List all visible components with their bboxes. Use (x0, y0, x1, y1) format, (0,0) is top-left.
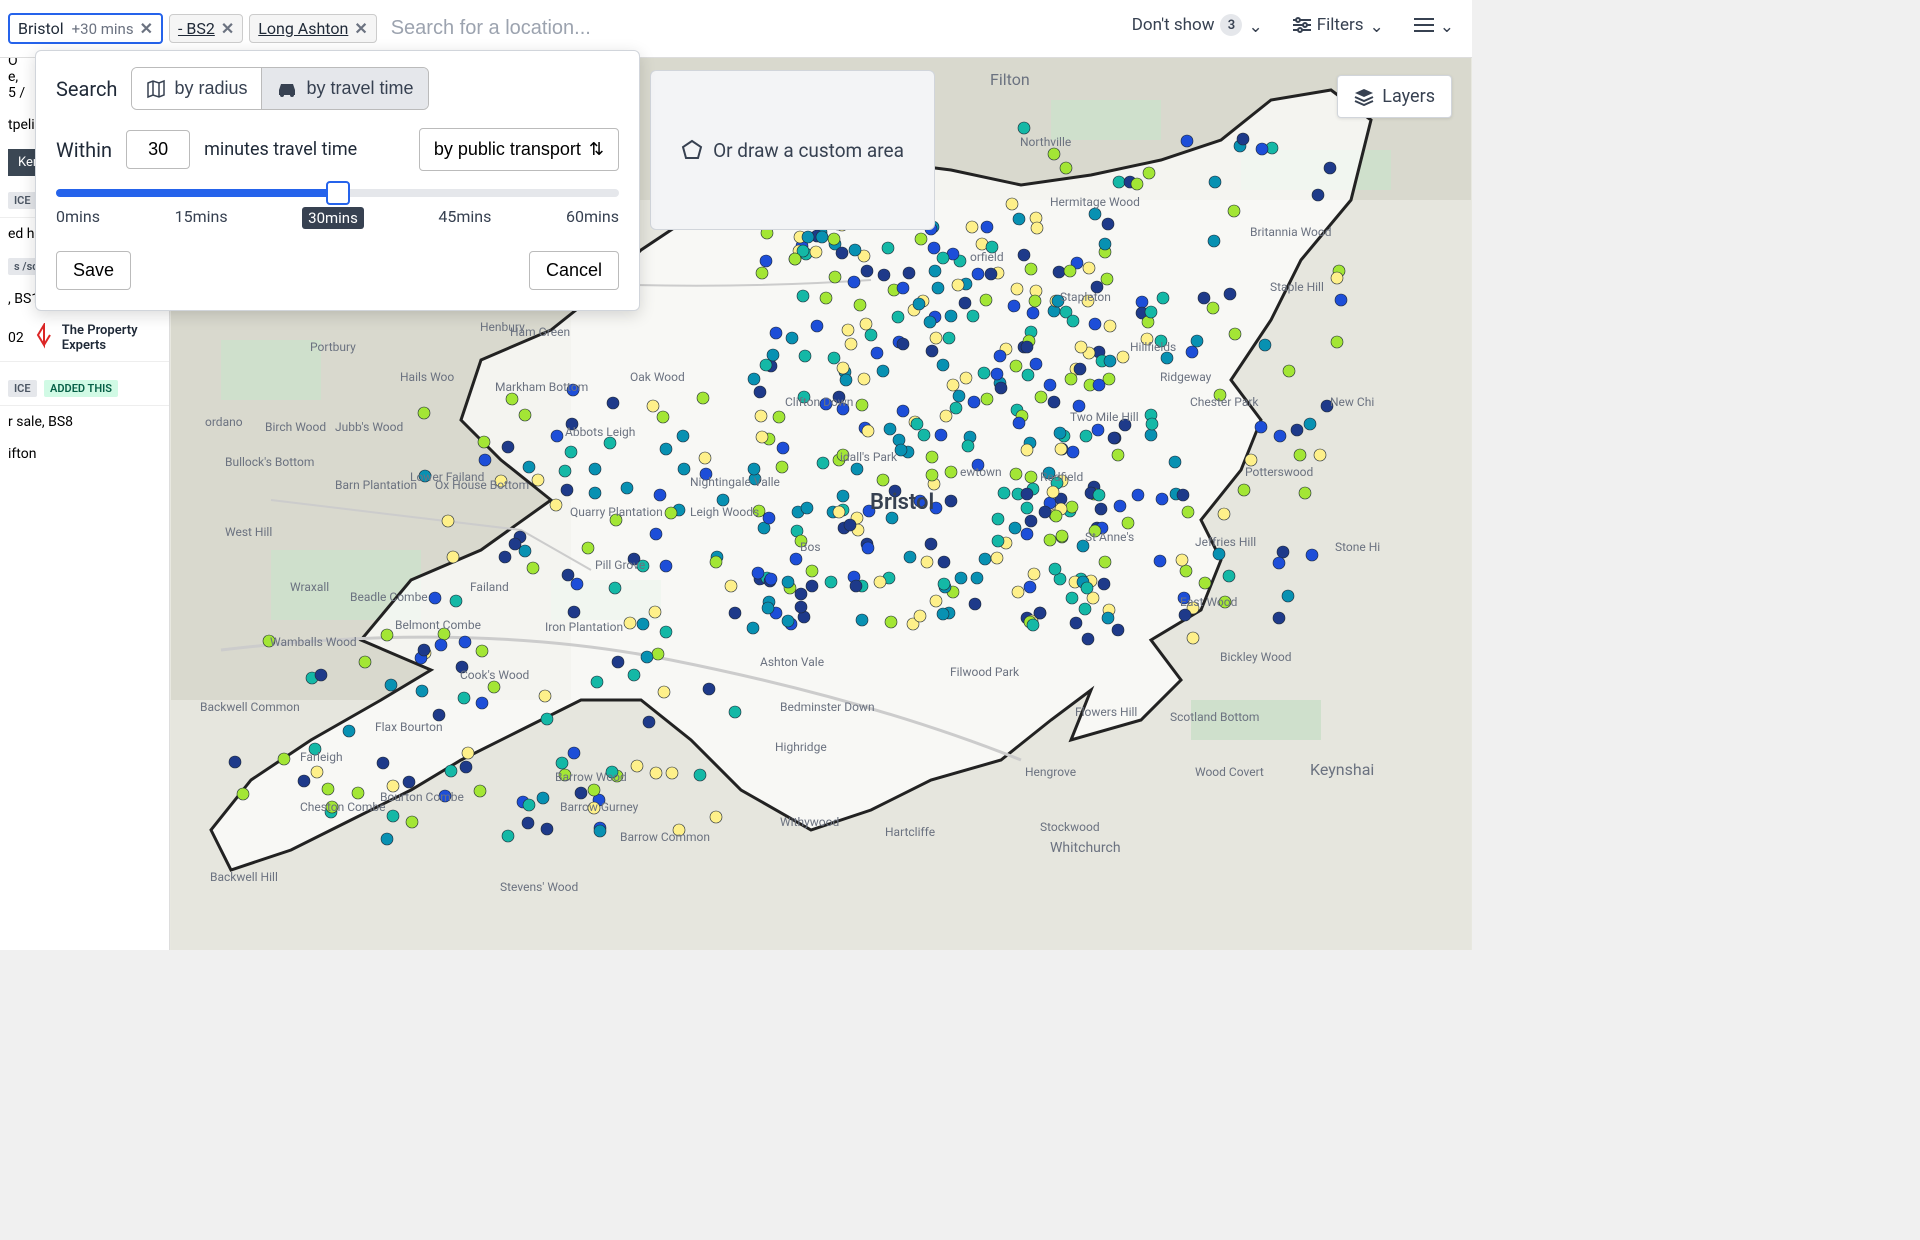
chip-long-ashton[interactable]: Long Ashton ✕ (249, 14, 376, 43)
sliders-icon (1293, 17, 1311, 33)
search-mode-toggle: by radius by travel time (131, 67, 428, 110)
menu-icon (1414, 17, 1434, 33)
chevron-down-icon: ⌄ (1370, 17, 1384, 37)
search-label: Search (56, 77, 117, 101)
draw-custom-area-button[interactable]: Or draw a custom area (650, 70, 935, 230)
travel-time-popover: Search by radius by travel time Within m… (35, 50, 640, 311)
map-icon (146, 79, 166, 99)
minutes-slider[interactable] (56, 189, 619, 197)
car-icon (276, 80, 298, 98)
close-icon[interactable]: ✕ (221, 19, 234, 38)
layers-icon (1354, 88, 1374, 106)
save-button[interactable]: Save (56, 251, 131, 290)
ice-badge: ICE (8, 192, 37, 209)
chevron-down-icon: ⌄ (1248, 17, 1262, 37)
close-icon[interactable]: ✕ (140, 19, 153, 38)
by-travel-time-button[interactable]: by travel time (261, 68, 427, 109)
polygon-icon (681, 139, 703, 161)
chip-bs2[interactable]: - BS2 ✕ (169, 14, 243, 43)
filters-button[interactable]: Filters ⌄ (1283, 9, 1394, 41)
minutes-text: minutes travel time (204, 140, 357, 160)
cancel-button[interactable]: Cancel (529, 251, 619, 290)
by-radius-button[interactable]: by radius (132, 68, 261, 109)
minutes-input[interactable] (126, 130, 190, 169)
slider-thumb[interactable] (326, 181, 350, 205)
chevron-down-icon: ⌄ (1440, 17, 1454, 37)
menu-button[interactable]: ⌄ (1404, 9, 1464, 41)
dont-show-dropdown[interactable]: Don't show 3 ⌄ (1122, 8, 1273, 42)
within-label: Within (56, 138, 112, 162)
close-icon[interactable]: ✕ (354, 19, 367, 38)
transport-mode-select[interactable]: by public transport ⇅ (419, 128, 619, 171)
chip-bristol[interactable]: Bristol +30 mins ✕ (8, 13, 163, 44)
location-chips: Bristol +30 mins ✕ - BS2 ✕ Long Ashton ✕ (8, 13, 377, 44)
layers-button[interactable]: Layers (1337, 75, 1452, 118)
select-icon: ⇅ (589, 139, 604, 160)
agent-property-experts: The Property Experts (32, 323, 161, 353)
